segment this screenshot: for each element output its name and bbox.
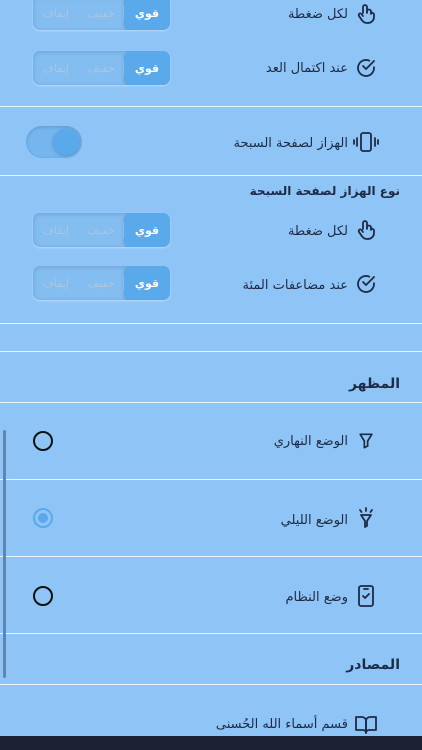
lamp-off-icon [356, 431, 376, 451]
divider [0, 633, 422, 634]
vibration-type-title: نوع الهزاز لصفحة السبحة [249, 184, 400, 198]
page-vibration-toggle[interactable] [26, 126, 82, 158]
divider [0, 106, 422, 107]
check-circle-icon [354, 272, 378, 296]
bottom-bar [0, 736, 422, 750]
counting-on-complete-segmented[interactable]: إيقاف خفيف قوي [33, 51, 170, 85]
counting-on-complete-row: عند اكتمال العد إيقاف خفيف قوي [0, 50, 422, 86]
night-mode-radio[interactable] [33, 508, 53, 528]
counting-per-tap-label: لكل ضغطة [287, 7, 348, 22]
seg-option-off[interactable]: إيقاف [33, 213, 79, 247]
vibration-hundreds-row: عند مضاعفات المئة إيقاف خفيف قوي [0, 266, 422, 302]
vibration-per-tap-segmented[interactable]: إيقاف خفيف قوي [33, 213, 170, 247]
counting-per-tap-row: لكل ضغطة إيقاف خفيف قوي [0, 0, 422, 30]
names-section-label[interactable]: قسم أسماء الله الحُسنى [216, 717, 348, 732]
seg-option-off[interactable]: إيقاف [33, 0, 79, 30]
system-mode-label: وضع النظام [285, 590, 348, 605]
divider [0, 556, 422, 557]
seg-option-strong[interactable]: قوي [124, 0, 170, 30]
divider [0, 402, 422, 403]
vibration-per-tap-row: لكل ضغطة إيقاف خفيف قوي [0, 212, 422, 248]
page-vibration-row: الهزاز لصفحة السبحة [0, 122, 422, 162]
seg-option-strong[interactable]: قوي [124, 266, 170, 300]
system-mode-row[interactable]: وضع النظام [0, 580, 422, 614]
seg-option-light[interactable]: خفيف [79, 0, 125, 30]
appearance-title: المظهر [348, 376, 400, 392]
divider [0, 351, 422, 352]
vibration-hundreds-label: عند مضاعفات المئة [242, 278, 348, 293]
counting-per-tap-segmented[interactable]: إيقاف خفيف قوي [33, 0, 170, 30]
lamp-on-icon [354, 506, 378, 530]
open-book-icon [354, 712, 378, 736]
night-mode-label: الوضع الليلي [280, 513, 348, 528]
seg-option-light[interactable]: خفيف [79, 266, 125, 300]
day-mode-radio[interactable] [33, 431, 53, 451]
night-mode-row[interactable]: الوضع الليلي [0, 502, 422, 536]
vibration-hundreds-segmented[interactable]: إيقاف خفيف قوي [33, 266, 170, 300]
counting-on-complete-label: عند اكتمال العد [265, 61, 348, 76]
phone-vibrate-icon [352, 130, 380, 154]
system-mode-radio[interactable] [33, 586, 53, 606]
seg-option-light[interactable]: خفيف [79, 51, 125, 85]
day-mode-row[interactable]: الوضع النهاري [0, 425, 422, 457]
seg-option-off[interactable]: إيقاف [33, 51, 79, 85]
seg-option-strong[interactable]: قوي [124, 213, 170, 247]
phone-check-icon [354, 584, 378, 608]
sources-title: المصادر [346, 657, 400, 673]
vibration-per-tap-label: لكل ضغطة [287, 224, 348, 239]
hand-tap-icon [354, 218, 378, 242]
toggle-knob [53, 129, 79, 155]
seg-option-off[interactable]: إيقاف [33, 266, 79, 300]
divider [0, 323, 422, 324]
seg-option-light[interactable]: خفيف [79, 213, 125, 247]
hand-tap-icon [354, 2, 378, 26]
day-mode-label: الوضع النهاري [273, 434, 348, 449]
page-vibration-label: الهزاز لصفحة السبحة [233, 136, 348, 151]
check-circle-icon [354, 56, 378, 80]
divider [0, 479, 422, 480]
names-section-row[interactable]: قسم أسماء الله الحُسنى [0, 708, 422, 738]
scrollbar[interactable] [3, 430, 6, 678]
seg-option-strong[interactable]: قوي [124, 51, 170, 85]
divider [0, 175, 422, 176]
divider [0, 684, 422, 685]
